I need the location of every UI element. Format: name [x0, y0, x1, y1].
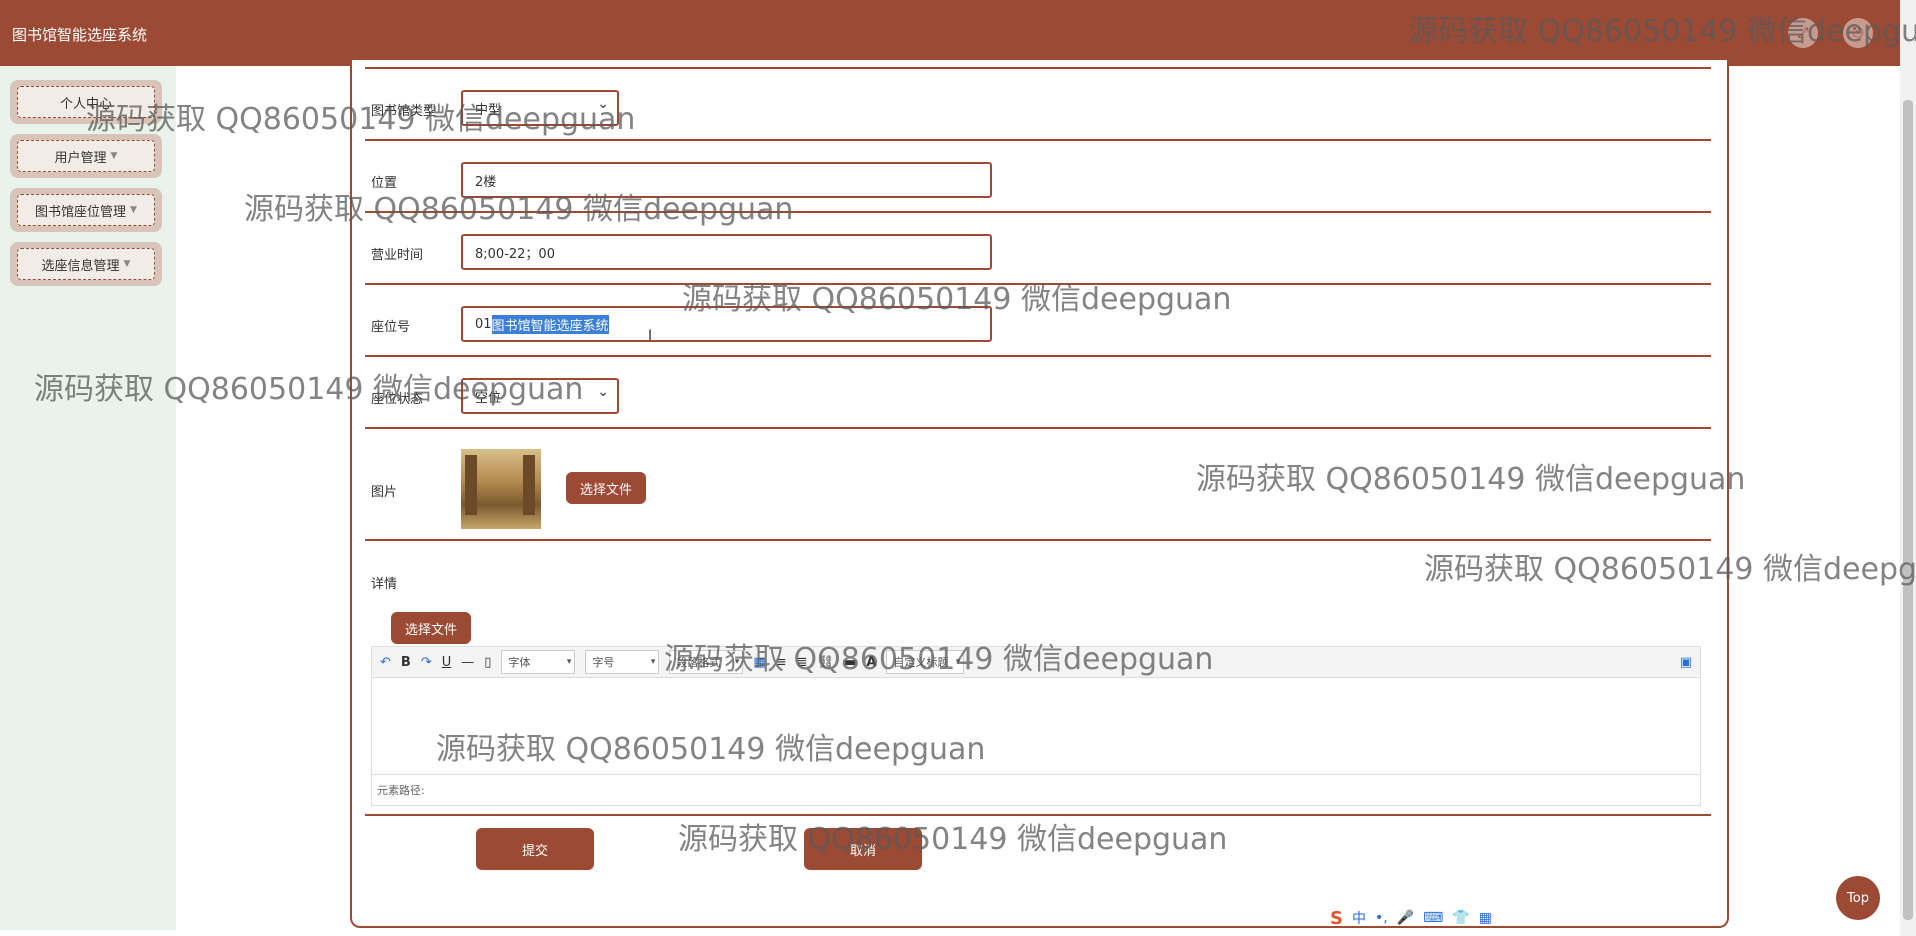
divider	[365, 427, 1711, 429]
watermark: 源码获取 QQ86050149 微信deepguan	[1424, 552, 1916, 587]
divider	[365, 139, 1711, 141]
hours-label: 营业时间	[371, 248, 424, 263]
sidebar-item-seat-management[interactable]: 图书馆座位管理 ▼	[10, 188, 162, 232]
chevron-down-icon: ▼	[110, 151, 118, 161]
underline-icon[interactable]: U	[442, 655, 452, 670]
seat-no-prefix: 01	[475, 316, 492, 332]
details-label: 详情	[371, 577, 398, 592]
submit-button[interactable]: 提交	[476, 828, 594, 870]
fullscreen-editor-icon[interactable]: ▣	[1680, 655, 1692, 670]
bold-icon[interactable]: B	[401, 655, 411, 670]
ime-toolbar[interactable]: S 中 •, 🎤 ⌨ 👕 ▦	[1330, 904, 1492, 932]
undo-icon[interactable]: ↶	[380, 655, 391, 670]
watermark: 源码获取 QQ86050149 微信deepguan	[1196, 462, 1746, 497]
page-scrollbar[interactable]	[1900, 0, 1916, 936]
font-size-label: 字号	[592, 656, 615, 669]
sidebar-item-label: 图书馆座位管理	[35, 204, 127, 220]
editor-status-bar: 元素路径:	[372, 774, 1700, 805]
document-icon[interactable]: ▯	[484, 655, 491, 670]
choose-details-file-button[interactable]: 选择文件	[391, 612, 471, 644]
punctuation-icon[interactable]: •,	[1375, 910, 1388, 926]
sogou-logo-icon: S	[1330, 907, 1343, 929]
divider	[365, 539, 1711, 541]
watermark: 源码获取 QQ86050149 微信deepguan	[664, 642, 1214, 677]
font-size-select[interactable]: 字号	[585, 650, 660, 674]
watermark: 源码获取 QQ86050149 微信deepguan	[34, 372, 584, 407]
seat-no-selected-text: 图书馆智能选座系统	[491, 314, 609, 334]
ime-language[interactable]: 中	[1352, 908, 1366, 928]
hours-value: 8;00-22；00	[475, 246, 555, 262]
sidebar-item-user-management[interactable]: 用户管理 ▼	[10, 134, 162, 178]
watermark: 源码获取 QQ86050149 微信deepguan	[678, 822, 1228, 857]
seat-no-label: 座位号	[371, 320, 411, 335]
watermark: 源码获取 QQ86050149 微信deepguan	[1408, 14, 1916, 49]
hours-input[interactable]: 8;00-22；00	[461, 234, 992, 270]
sidebar-item-label: 选座信息管理	[41, 258, 120, 274]
watermark: 源码获取 QQ86050149 微信deepguan	[86, 102, 636, 137]
sidebar-item-booking-management[interactable]: 选座信息管理 ▼	[10, 242, 162, 286]
chevron-down-icon: ▼	[130, 205, 137, 215]
microphone-icon[interactable]: 🎤	[1397, 910, 1414, 926]
watermark: 源码获取 QQ86050149 微信deepguan	[682, 282, 1232, 317]
app-title: 图书馆智能选座系统	[12, 26, 148, 44]
keyboard-icon[interactable]: ⌨	[1423, 910, 1443, 926]
skin-icon[interactable]: 👕	[1452, 910, 1469, 926]
divider	[365, 355, 1711, 357]
watermark: 源码获取 QQ86050149 微信deepguan	[244, 192, 794, 227]
element-path-label: 元素路径:	[377, 784, 425, 797]
sidebar: 个人中心 用户管理 ▼ 图书馆座位管理 ▼ 选座信息管理 ▼	[0, 66, 176, 930]
scroll-top-button[interactable]: Top	[1836, 876, 1880, 920]
picture-label: 图片	[371, 485, 398, 500]
library-photo	[461, 449, 541, 529]
sidebar-item-label: 用户管理	[54, 150, 107, 166]
choose-picture-button[interactable]: 选择文件	[566, 472, 646, 504]
toolbox-icon[interactable]: ▦	[1479, 910, 1492, 926]
chevron-down-icon: ▼	[123, 259, 131, 269]
text-cursor-icon: I	[648, 328, 653, 344]
watermark: 源码获取 QQ86050149 微信deepguan	[436, 732, 986, 767]
redo-icon[interactable]: ↷	[421, 655, 432, 670]
divider	[365, 67, 1711, 69]
font-family-label: 字体	[508, 656, 531, 669]
font-family-select[interactable]: 字体	[501, 650, 576, 674]
horizontal-rule-icon[interactable]: —	[461, 655, 474, 670]
